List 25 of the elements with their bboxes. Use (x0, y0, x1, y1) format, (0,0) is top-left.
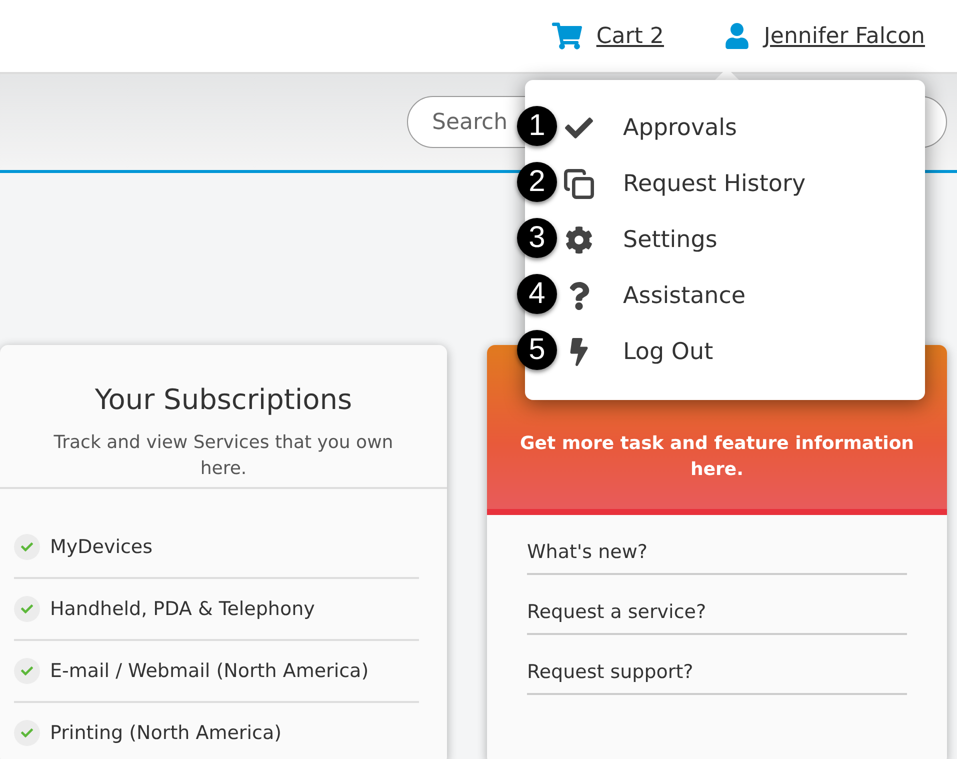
menu-item[interactable]: Request History (561, 156, 925, 212)
subscription-item: Printing (North America) (50, 722, 282, 744)
check-icon (14, 720, 40, 746)
check-icon (14, 658, 40, 684)
user-link[interactable]: Jennifer Falcon (724, 23, 925, 49)
user-icon (724, 23, 750, 49)
subscription-item: E-mail / Webmail (North America) (50, 660, 369, 682)
assistance-link[interactable]: Request a service? (527, 575, 907, 635)
card-description: Get more task and feature information here. (518, 432, 915, 482)
menu-item[interactable]: Assistance (561, 268, 925, 324)
subscription-item: Handheld, PDA & Telephony (50, 598, 315, 620)
copy-icon (563, 168, 595, 200)
check-icon (14, 596, 40, 622)
menu-item[interactable]: Log Out (561, 324, 925, 380)
card-title: Your Subscriptions (94, 383, 352, 416)
subscription-item: MyDevices (50, 536, 153, 558)
cart-icon (552, 21, 582, 51)
menu-item[interactable]: Approvals (561, 100, 925, 156)
check-icon (14, 534, 40, 560)
settings-icon (565, 226, 593, 254)
assistance-link[interactable]: Request support? (527, 635, 907, 695)
menu-item[interactable]: Settings (561, 212, 925, 268)
cart-link[interactable]: Cart 2 (552, 21, 664, 51)
assistance-link[interactable]: What's new? (527, 515, 907, 575)
card-description: Track and view Services that you own here. (52, 431, 394, 481)
